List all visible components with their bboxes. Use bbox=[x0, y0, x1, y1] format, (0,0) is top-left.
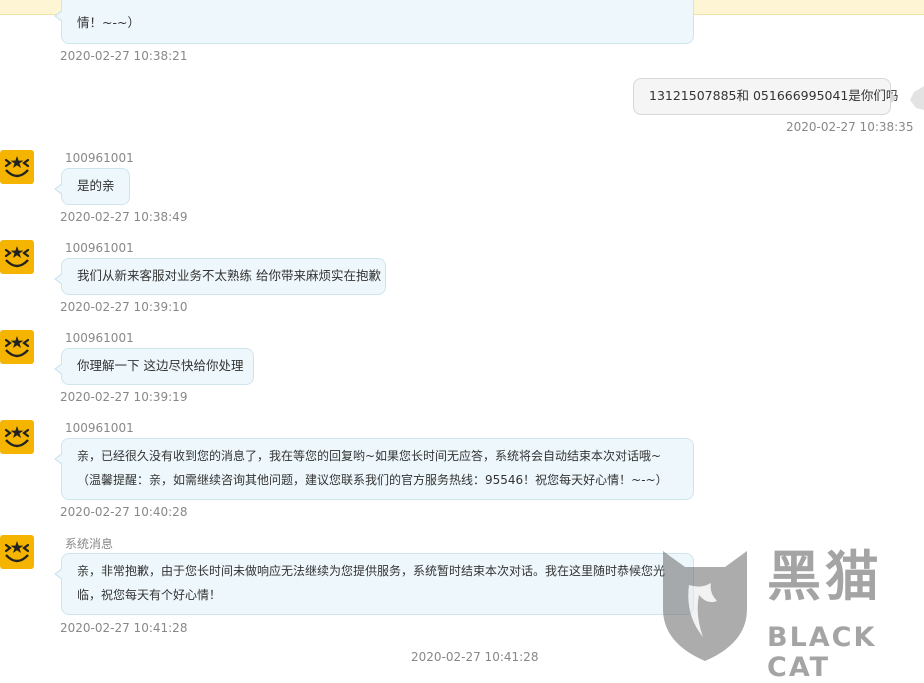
message-text-line: 亲，非常抱歉，由于您长时间未做响应无法继续为您提供服务，系统暂时结束本次对话。我… bbox=[77, 564, 666, 578]
message-text-line: （温馨提醒：亲，如需继续咨询其他问题，建议您联系我们的官方服务热线：95546！… bbox=[77, 473, 668, 487]
message-timestamp: 2020-02-27 10:41:28 bbox=[60, 621, 188, 635]
message-text: 13121507885和 051666995041是你们吗 bbox=[649, 88, 899, 103]
agent-avatar-icon bbox=[0, 240, 34, 274]
message-timestamp: 2020-02-27 10:38:21 bbox=[60, 49, 188, 63]
message-timestamp: 2020-02-27 10:38:35 bbox=[786, 120, 914, 134]
message-text: 是的亲 bbox=[77, 178, 115, 193]
message-bubble: 是的亲 bbox=[54, 168, 130, 205]
watermark-text-cn: 黑猫 bbox=[767, 545, 883, 608]
message-timestamp: 2020-02-27 10:39:19 bbox=[60, 390, 188, 404]
message-text: 你理解一下 这边尽快给你处理 bbox=[77, 358, 244, 373]
agent-avatar-icon bbox=[0, 150, 34, 184]
message-text-line: 临，祝您每天有个好心情！ bbox=[77, 588, 222, 602]
message-bubble: 我们从新来客服对业务不太熟练 给你带来麻烦实在抱歉 bbox=[54, 258, 386, 295]
message-timestamp: 2020-02-27 10:40:28 bbox=[60, 505, 188, 519]
sender-name: 100961001 bbox=[65, 331, 134, 345]
sender-name: 100961001 bbox=[65, 241, 134, 255]
system-message-bubble: 亲，非常抱歉，由于您长时间未做响应无法继续为您提供服务，系统暂时结束本次对话。我… bbox=[54, 553, 694, 615]
sender-name: 100961001 bbox=[65, 421, 134, 435]
message-bubble: 亲，已经很久没有收到您的消息了，我在等您的回复哟~如果您长时间无应答，系统将会自… bbox=[54, 438, 694, 500]
message-timestamp: 2020-02-27 10:38:49 bbox=[60, 210, 188, 224]
user-message-bubble: 13121507885和 051666995041是你们吗 bbox=[633, 78, 898, 115]
message-text-line: 亲，已经很久没有收到您的消息了，我在等您的回复哟~如果您长时间无应答，系统将会自… bbox=[77, 449, 662, 463]
message-bubble: 你理解一下 这边尽快给你处理 bbox=[54, 348, 254, 385]
agent-avatar-icon bbox=[0, 535, 34, 569]
sender-name: 系统消息 bbox=[65, 537, 114, 551]
message-timestamp: 2020-02-27 10:39:10 bbox=[60, 300, 188, 314]
message-text: 情！~-~） bbox=[77, 15, 140, 30]
watermark-text-en: BLACK CAT bbox=[767, 622, 877, 683]
cat-shield-icon bbox=[663, 551, 747, 661]
black-cat-watermark: 黑猫 BLACK CAT bbox=[655, 545, 924, 683]
message-text: 我们从新来客服对业务不太熟练 给你带来麻烦实在抱歉 bbox=[77, 268, 381, 283]
footer-timestamp: 2020-02-27 10:41:28 bbox=[411, 650, 539, 664]
user-avatar bbox=[910, 86, 924, 110]
sender-name: 100961001 bbox=[65, 151, 134, 165]
agent-avatar-icon bbox=[0, 420, 34, 454]
message-bubble: 情！~-~） bbox=[54, 0, 694, 44]
agent-avatar-icon bbox=[0, 330, 34, 364]
